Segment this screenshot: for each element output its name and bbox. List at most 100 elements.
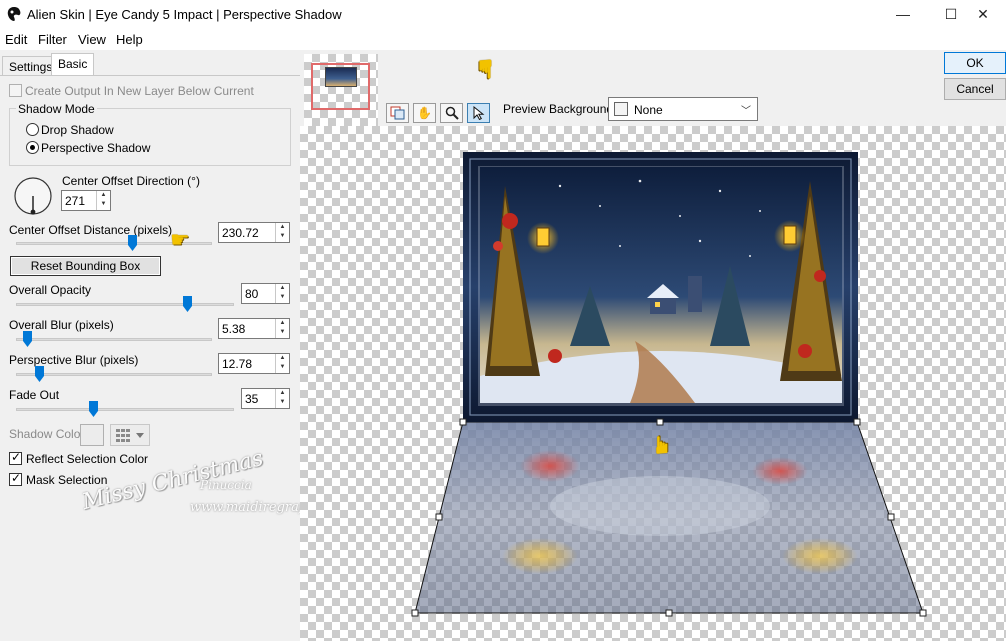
reflect-selection-color-checkbox[interactable]: ✓ xyxy=(9,450,22,465)
window-title: Alien Skin | Eye Candy 5 Impact | Perspe… xyxy=(27,7,342,22)
overall-opacity-value: 80 xyxy=(245,287,259,301)
shadow-color-swatch[interactable] xyxy=(80,424,104,446)
direction-dial[interactable] xyxy=(13,176,53,216)
overall-blur-input[interactable]: 5.38 ▲ ▼ xyxy=(218,318,290,339)
zoom-tool-button[interactable] xyxy=(440,103,463,123)
checkmark-icon: ✓ xyxy=(11,450,22,464)
perspective-blur-slider[interactable] xyxy=(16,365,212,383)
spin-arrows[interactable]: ▲ ▼ xyxy=(275,319,289,338)
shadow-color-palette-button[interactable] xyxy=(110,424,150,446)
overall-opacity-input[interactable]: 80 ▲ ▼ xyxy=(241,283,290,304)
center-offset-distance-input[interactable]: 230.72 ▲ ▼ xyxy=(218,222,290,243)
minimize-button[interactable]: — xyxy=(880,0,926,28)
perspective-blur-value: 12.78 xyxy=(222,357,253,371)
arrow-pointer-icon xyxy=(473,106,484,120)
overall-opacity-slider[interactable] xyxy=(16,295,234,313)
slider-thumb[interactable] xyxy=(35,366,44,382)
close-button[interactable]: ✕ xyxy=(960,0,1006,28)
slider-thumb[interactable] xyxy=(183,296,192,312)
preview-background-swatch xyxy=(614,102,628,116)
spin-arrows[interactable]: ▲ ▼ xyxy=(275,284,289,303)
pointing-hand-icon: ☛ xyxy=(470,57,501,81)
mask-selection-checkbox[interactable]: ✓ xyxy=(9,471,22,486)
spin-up-icon[interactable]: ▲ xyxy=(276,354,289,363)
reflect-selection-color-label: Reflect Selection Color xyxy=(26,452,149,466)
spin-arrows[interactable]: ▲ ▼ xyxy=(96,191,110,210)
chevron-down-icon xyxy=(136,433,144,438)
create-output-checkbox[interactable] xyxy=(9,84,22,97)
menu-bar: Edit Filter View Help xyxy=(0,28,1006,50)
overall-blur-value: 5.38 xyxy=(222,322,246,336)
pointing-hand-icon: ☛ xyxy=(170,227,190,252)
slider-track xyxy=(16,303,234,306)
preview-toggle-icon xyxy=(390,106,405,120)
center-offset-direction-label: Center Offset Direction (°) xyxy=(62,174,200,188)
chevron-down-icon: ﹀ xyxy=(741,106,751,117)
preview-background-select[interactable]: None ﹀ xyxy=(608,97,758,121)
fade-out-slider[interactable] xyxy=(16,400,234,418)
shadow-mode-label: Shadow Mode xyxy=(16,102,97,116)
menu-filter[interactable]: Filter xyxy=(38,32,67,47)
spin-up-icon[interactable]: ▲ xyxy=(276,223,289,232)
spin-down-icon[interactable]: ▼ xyxy=(276,293,289,302)
spin-arrows[interactable]: ▲ ▼ xyxy=(275,223,289,242)
ok-button[interactable]: OK xyxy=(944,52,1006,74)
center-offset-distance-value: 230.72 xyxy=(222,226,259,240)
perspective-shadow-label: Perspective Shadow xyxy=(41,141,151,155)
close-icon: ✕ xyxy=(977,5,989,22)
perspective-shadow-radio[interactable] xyxy=(26,141,39,154)
spin-up-icon[interactable]: ▲ xyxy=(97,191,110,200)
title-bar: Alien Skin | Eye Candy 5 Impact | Perspe… xyxy=(0,0,1006,28)
spin-up-icon[interactable]: ▲ xyxy=(276,319,289,328)
settings-panel: Settings Basic Create Output In New Laye… xyxy=(0,50,343,641)
spin-up-icon[interactable]: ▲ xyxy=(276,284,289,293)
navigator-view-rectangle[interactable] xyxy=(311,63,370,110)
slider-thumb[interactable] xyxy=(23,331,32,347)
center-offset-direction-input[interactable]: 271 ▲ ▼ xyxy=(61,190,111,211)
pointing-hand-icon: ☛ xyxy=(648,434,676,456)
preview-background-value: None xyxy=(634,103,663,117)
magnifier-icon xyxy=(445,106,459,120)
slider-thumb[interactable] xyxy=(128,235,137,251)
menu-view[interactable]: View xyxy=(78,32,106,47)
watermark-name: Pinuccia xyxy=(200,478,252,492)
menu-edit[interactable]: Edit xyxy=(5,32,27,47)
spin-down-icon[interactable]: ▼ xyxy=(276,398,289,407)
cancel-button[interactable]: Cancel xyxy=(944,78,1006,100)
toggle-preview-button[interactable] xyxy=(386,103,409,123)
checkmark-icon: ✓ xyxy=(11,471,22,485)
eye-candy-window: Alien Skin | Eye Candy 5 Impact | Perspe… xyxy=(0,0,1006,641)
spin-arrows[interactable]: ▲ ▼ xyxy=(275,389,289,408)
shadow-color-label: Shadow Color xyxy=(9,427,85,441)
preview-canvas[interactable]: ☛ xyxy=(300,126,1006,641)
preview-render xyxy=(411,152,927,617)
tab-divider xyxy=(0,75,300,76)
slider-track xyxy=(16,408,234,411)
drop-shadow-radio[interactable] xyxy=(26,123,39,136)
spin-down-icon[interactable]: ▼ xyxy=(97,200,110,209)
spin-down-icon[interactable]: ▼ xyxy=(276,328,289,337)
menu-help[interactable]: Help xyxy=(116,32,143,47)
reset-bounding-box-button[interactable]: Reset Bounding Box xyxy=(10,256,161,276)
spin-down-icon[interactable]: ▼ xyxy=(276,232,289,241)
spin-down-icon[interactable]: ▼ xyxy=(276,363,289,372)
palette-grid-icon xyxy=(116,429,130,442)
center-offset-direction-value: 271 xyxy=(65,194,86,208)
select-tool-button[interactable] xyxy=(467,103,490,123)
spin-arrows[interactable]: ▲ ▼ xyxy=(275,354,289,373)
pan-tool-button[interactable]: ✋ xyxy=(413,103,436,123)
overall-blur-slider[interactable] xyxy=(16,330,212,348)
minimize-icon: — xyxy=(896,6,910,22)
preview-background-label: Preview Background: xyxy=(503,102,617,116)
shadow-mode-group xyxy=(9,108,291,166)
alien-skin-app-icon xyxy=(7,7,21,21)
spin-up-icon[interactable]: ▲ xyxy=(276,389,289,398)
hand-icon: ✋ xyxy=(417,106,432,120)
slider-thumb[interactable] xyxy=(89,401,98,417)
create-output-label: Create Output In New Layer Below Current xyxy=(25,84,254,98)
perspective-blur-input[interactable]: 12.78 ▲ ▼ xyxy=(218,353,290,374)
tab-basic[interactable]: Basic xyxy=(51,53,95,76)
slider-track xyxy=(16,338,212,341)
fade-out-input[interactable]: 35 ▲ ▼ xyxy=(241,388,290,409)
radio-selected-dot xyxy=(30,145,35,150)
